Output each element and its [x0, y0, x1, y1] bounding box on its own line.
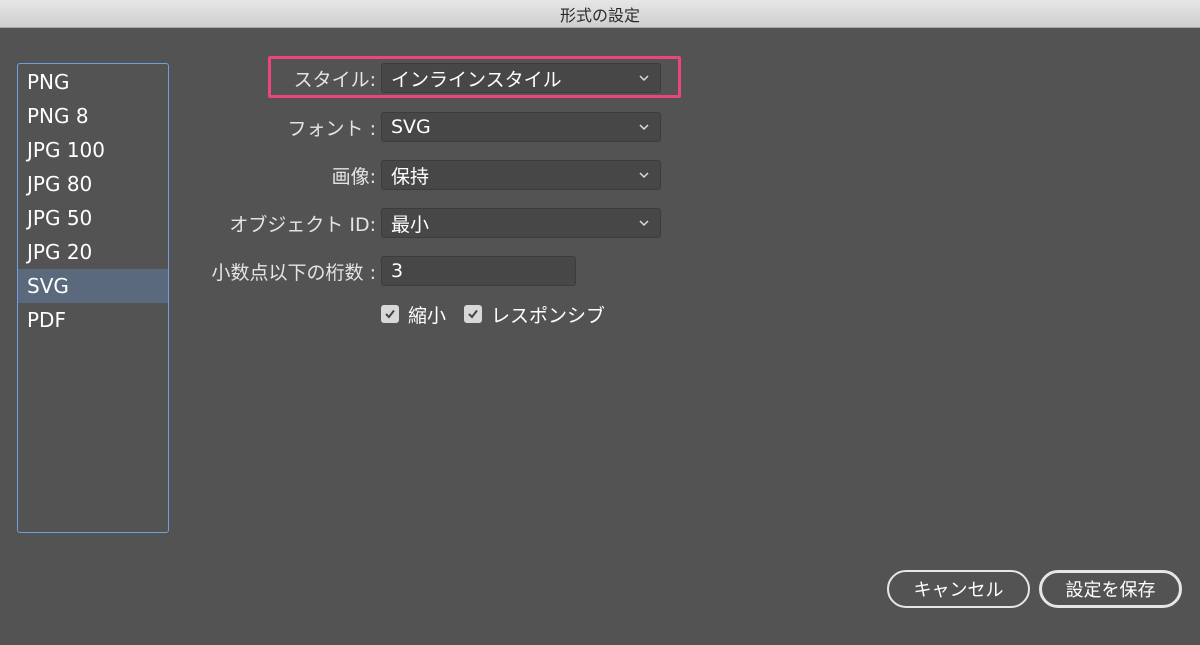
font-label: フォント : — [287, 117, 376, 140]
image-select-value: 保持 — [391, 165, 430, 188]
checkbox-row: 縮小 レスポンシブ — [381, 300, 623, 328]
object-id-row: オブジェクト ID: 最小 — [0, 207, 1200, 239]
image-select[interactable]: 保持 — [381, 160, 661, 190]
style-select-value: インラインスタイル — [391, 68, 562, 91]
font-select-value: SVG — [391, 116, 431, 138]
decimal-places-input[interactable] — [381, 256, 576, 286]
chevron-down-icon — [639, 75, 649, 82]
minify-checkbox[interactable] — [381, 305, 399, 323]
style-row: スタイル: インラインスタイル — [0, 62, 1200, 94]
checkmark-icon — [385, 309, 395, 319]
save-settings-button[interactable]: 設定を保存 — [1039, 570, 1182, 608]
title-bar: 形式の設定 — [0, 0, 1200, 28]
font-select[interactable]: SVG — [381, 112, 661, 142]
minify-label: 縮小 — [408, 304, 447, 327]
format-item-pdf[interactable]: PDF — [18, 303, 168, 337]
decimal-row: 小数点以下の桁数 : — [0, 255, 1200, 287]
chevron-down-icon — [639, 124, 649, 131]
image-row: 画像: 保持 — [0, 159, 1200, 191]
window-title: 形式の設定 — [559, 5, 640, 25]
object-id-select-value: 最小 — [391, 213, 430, 236]
checkmark-icon — [468, 309, 478, 319]
chevron-down-icon — [639, 172, 649, 179]
decimal-label: 小数点以下の桁数 : — [211, 261, 376, 284]
responsive-label: レスポンシブ — [491, 304, 606, 327]
object-id-label: オブジェクト ID: — [229, 213, 376, 236]
responsive-checkbox[interactable] — [464, 305, 483, 323]
image-label: 画像: — [331, 165, 376, 188]
object-id-select[interactable]: 最小 — [381, 208, 661, 238]
font-row: フォント : SVG — [0, 111, 1200, 143]
cancel-button[interactable]: キャンセル — [887, 570, 1030, 608]
style-label: スタイル: — [293, 68, 376, 91]
style-select[interactable]: インラインスタイル — [381, 63, 661, 93]
chevron-down-icon — [639, 220, 649, 227]
